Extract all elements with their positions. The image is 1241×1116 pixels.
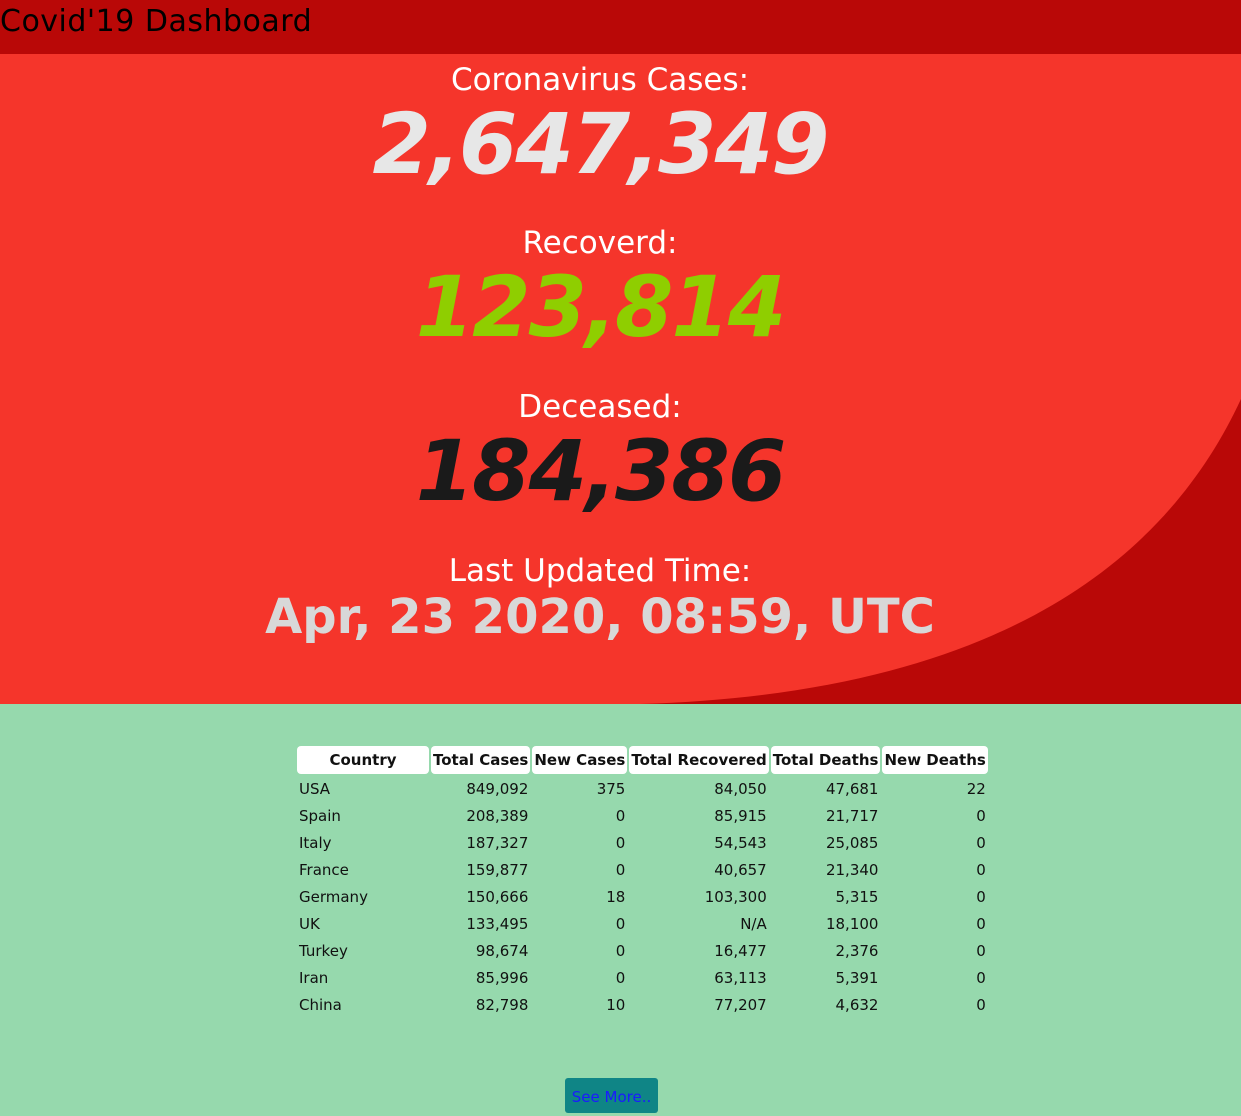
total-recovered-cell: N/A — [740, 914, 767, 933]
updated-stat: Last Updated Time: Apr, 23 2020, 08:59, … — [0, 553, 1200, 645]
table-row: UK 133,495 0 N/A 18,100 0 — [297, 911, 988, 936]
deceased-label: Deceased: — [518, 389, 682, 425]
header-total-deaths: Total Deaths — [770, 746, 881, 774]
new-cases-cell: 0 — [615, 941, 626, 960]
new-cases-cell: 0 — [615, 968, 626, 987]
cases-stat: Coronavirus Cases: 2,647,349 — [0, 62, 1200, 190]
new-deaths-cell: 0 — [976, 833, 986, 852]
total-deaths-cell: 21,717 — [825, 806, 879, 825]
new-deaths-cell: 0 — [976, 941, 986, 960]
total-recovered-cell: 84,050 — [714, 779, 767, 798]
total-deaths-cell: 2,376 — [835, 941, 879, 960]
total-deaths-cell: 18,100 — [825, 914, 879, 933]
total-recovered-cell: 16,477 — [714, 941, 767, 960]
new-cases-cell: 10 — [606, 995, 626, 1014]
total-deaths-cell: 5,315 — [835, 887, 879, 906]
country-cell: France — [299, 860, 349, 879]
country-cell: UK — [299, 914, 320, 933]
country-cell: Italy — [299, 833, 332, 852]
new-cases-cell: 375 — [596, 779, 626, 798]
total-cases-cell: 849,092 — [466, 779, 529, 798]
country-cell: China — [299, 995, 342, 1014]
total-cases-cell: 150,666 — [466, 887, 529, 906]
cases-label: Coronavirus Cases: — [450, 62, 750, 98]
total-recovered-cell: 77,207 — [714, 995, 767, 1014]
total-cases-cell: 85,996 — [475, 968, 529, 987]
table-header-row: Country Total Cases New Cases Total Reco… — [297, 746, 988, 774]
header-new-cases: New Cases — [532, 746, 628, 774]
app-header: Covid'19 Dashboard — [0, 0, 1241, 54]
total-recovered-cell: 54,543 — [714, 833, 767, 852]
new-deaths-cell: 0 — [976, 995, 986, 1014]
table-row: Germany 150,666 18 103,300 5,315 0 — [297, 884, 988, 909]
new-cases-cell: 18 — [606, 887, 626, 906]
new-cases-cell: 0 — [615, 806, 626, 825]
recovered-stat: Recoverd: 123,814 — [0, 225, 1200, 353]
country-cell: Spain — [299, 806, 341, 825]
country-cell: Iran — [299, 968, 329, 987]
total-deaths-cell: 4,632 — [835, 995, 879, 1014]
header-total-recovered: Total Recovered — [629, 746, 769, 774]
total-deaths-cell: 21,340 — [825, 860, 879, 879]
table-row: China 82,798 10 77,207 4,632 0 — [297, 992, 988, 1017]
country-table-container: Country Total Cases New Cases Total Reco… — [295, 744, 990, 1019]
table-row: Iran 85,996 0 63,113 5,391 0 — [297, 965, 988, 990]
table-row: France 159,877 0 40,657 21,340 0 — [297, 857, 988, 882]
total-recovered-cell: 40,657 — [714, 860, 767, 879]
new-cases-cell: 0 — [615, 833, 626, 852]
new-deaths-cell: 0 — [976, 806, 986, 825]
total-cases-cell: 208,389 — [466, 806, 529, 825]
total-deaths-cell: 47,681 — [825, 779, 879, 798]
table-row: USA 849,092 375 84,050 47,681 22 — [297, 776, 988, 801]
new-cases-cell: 0 — [615, 914, 626, 933]
header-new-deaths: New Deaths — [882, 746, 988, 774]
updated-value: Apr, 23 2020, 08:59, UTC — [265, 589, 935, 645]
country-cell: Germany — [299, 887, 368, 906]
new-deaths-cell: 0 — [976, 887, 986, 906]
stats-hero: Coronavirus Cases: 2,647,349 Recoverd: 1… — [0, 54, 1241, 704]
total-cases-cell: 82,798 — [475, 995, 529, 1014]
new-deaths-cell: 0 — [976, 860, 986, 879]
deceased-stat: Deceased: 184,386 — [0, 389, 1200, 517]
header-country: Country — [297, 746, 429, 774]
country-table: Country Total Cases New Cases Total Reco… — [295, 744, 990, 1019]
recovered-label: Recoverd: — [522, 225, 678, 261]
header-total-cases: Total Cases — [431, 746, 531, 774]
page-title: Covid'19 Dashboard — [0, 4, 313, 39]
table-row: Italy 187,327 0 54,543 25,085 0 — [297, 830, 988, 855]
total-cases-cell: 159,877 — [466, 860, 529, 879]
table-row: Spain 208,389 0 85,915 21,717 0 — [297, 803, 988, 828]
new-deaths-cell: 22 — [966, 779, 986, 798]
see-more-button[interactable]: See More.. — [565, 1078, 658, 1113]
total-recovered-cell: 85,915 — [714, 806, 767, 825]
recovered-value: 123,814 — [415, 258, 787, 356]
updated-label: Last Updated Time: — [448, 553, 752, 589]
new-deaths-cell: 0 — [976, 968, 986, 987]
table-row: Turkey 98,674 0 16,477 2,376 0 — [297, 938, 988, 963]
total-recovered-cell: 103,300 — [704, 887, 767, 906]
total-cases-cell: 133,495 — [466, 914, 529, 933]
total-deaths-cell: 25,085 — [825, 833, 879, 852]
country-cell: Turkey — [299, 941, 348, 960]
deceased-value: 184,386 — [415, 422, 787, 520]
new-deaths-cell: 0 — [976, 914, 986, 933]
total-recovered-cell: 63,113 — [714, 968, 767, 987]
total-cases-cell: 187,327 — [466, 833, 529, 852]
new-cases-cell: 0 — [615, 860, 626, 879]
total-deaths-cell: 5,391 — [835, 968, 879, 987]
cases-value: 2,647,349 — [372, 95, 830, 193]
country-cell: USA — [299, 779, 331, 798]
total-cases-cell: 98,674 — [475, 941, 529, 960]
